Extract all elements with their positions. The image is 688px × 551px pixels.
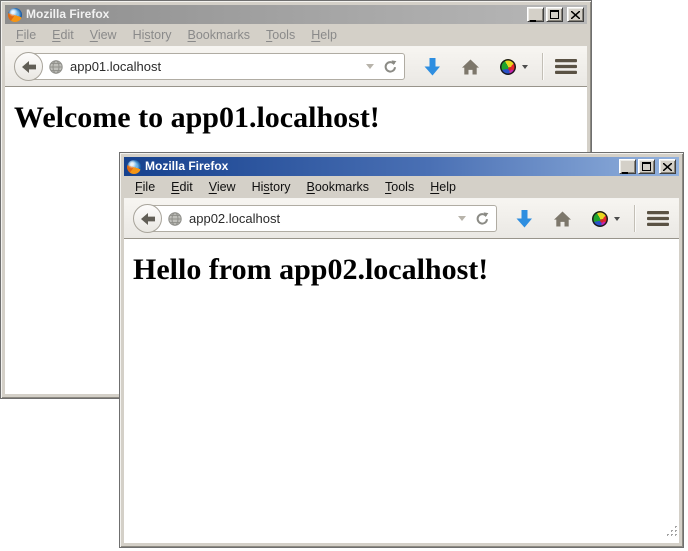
maximize-button[interactable] xyxy=(546,7,563,22)
home-button[interactable] xyxy=(462,59,479,75)
addon-button[interactable] xyxy=(592,211,620,227)
menu-file[interactable]: File xyxy=(8,26,44,44)
globe-icon xyxy=(168,212,182,226)
menu-file[interactable]: File xyxy=(127,178,163,196)
menu-help[interactable]: Help xyxy=(422,178,464,196)
minimize-button[interactable] xyxy=(527,7,544,22)
addon-icon xyxy=(500,59,516,75)
maximize-icon xyxy=(642,162,651,171)
back-arrow-icon xyxy=(141,213,155,225)
url-text: app01.localhost xyxy=(70,59,362,74)
menu-history[interactable]: History xyxy=(244,178,299,196)
titlebar[interactable]: Mozilla Firefox xyxy=(5,5,587,24)
page-heading: Welcome to app01.localhost! xyxy=(14,101,587,135)
addon-button[interactable] xyxy=(500,59,528,75)
menubar: File Edit View History Bookmarks Tools H… xyxy=(124,176,679,198)
download-button[interactable] xyxy=(516,210,533,228)
hamburger-icon xyxy=(555,58,577,75)
addon-dropdown-icon xyxy=(522,65,528,69)
menu-bookmarks[interactable]: Bookmarks xyxy=(180,26,259,44)
menu-history[interactable]: History xyxy=(125,26,180,44)
navigation-toolbar: app01.localhost xyxy=(5,46,587,87)
menu-bookmarks[interactable]: Bookmarks xyxy=(299,178,378,196)
menu-view[interactable]: View xyxy=(201,178,244,196)
url-bar[interactable]: app01.localhost xyxy=(27,53,405,80)
menu-button[interactable] xyxy=(647,210,669,227)
window-app02: Mozilla Firefox File Edit View History B… xyxy=(119,152,684,548)
maximize-button[interactable] xyxy=(638,159,655,174)
page-heading: Hello from app02.localhost! xyxy=(133,253,679,287)
desktop: Mozilla Firefox File Edit View History B… xyxy=(0,0,688,551)
window-title: Mozilla Firefox xyxy=(145,157,228,176)
download-button[interactable] xyxy=(424,58,441,76)
home-icon xyxy=(462,59,479,75)
menu-tools[interactable]: Tools xyxy=(377,178,422,196)
globe-icon xyxy=(49,60,63,74)
reload-icon xyxy=(383,60,397,74)
back-arrow-icon xyxy=(22,61,36,73)
back-button[interactable] xyxy=(14,52,43,81)
download-icon xyxy=(516,210,533,228)
navigation-toolbar: app02.localhost xyxy=(124,198,679,239)
maximize-icon xyxy=(550,10,559,19)
firefox-logo-icon xyxy=(8,8,22,22)
back-button[interactable] xyxy=(133,204,162,233)
url-text: app02.localhost xyxy=(189,211,454,226)
reload-button[interactable] xyxy=(383,60,397,74)
close-button[interactable] xyxy=(659,159,676,174)
download-icon xyxy=(424,58,441,76)
menubar: File Edit View History Bookmarks Tools H… xyxy=(5,24,587,46)
close-icon xyxy=(663,163,672,171)
url-bar[interactable]: app02.localhost xyxy=(146,205,497,232)
reload-button[interactable] xyxy=(475,212,489,226)
minimize-icon xyxy=(530,13,538,22)
close-button[interactable] xyxy=(567,7,584,22)
minimize-button[interactable] xyxy=(619,159,636,174)
titlebar[interactable]: Mozilla Firefox xyxy=(124,157,679,176)
caption-buttons xyxy=(525,7,584,22)
firefox-logo-icon xyxy=(127,160,141,174)
window-title: Mozilla Firefox xyxy=(26,5,109,24)
minimize-icon xyxy=(622,165,630,174)
menu-tools[interactable]: Tools xyxy=(258,26,303,44)
menu-view[interactable]: View xyxy=(82,26,125,44)
home-button[interactable] xyxy=(554,211,571,227)
toolbar-separator xyxy=(542,53,543,80)
home-icon xyxy=(554,211,571,227)
menu-button[interactable] xyxy=(555,58,577,75)
page-content: Hello from app02.localhost! xyxy=(124,239,679,543)
resize-grip-icon xyxy=(664,523,678,537)
close-icon xyxy=(571,11,580,19)
menu-help[interactable]: Help xyxy=(303,26,345,44)
menu-edit[interactable]: Edit xyxy=(44,26,82,44)
urlbar-dropdown-icon[interactable] xyxy=(458,216,466,221)
addon-dropdown-icon xyxy=(614,217,620,221)
hamburger-icon xyxy=(647,210,669,227)
reload-icon xyxy=(475,212,489,226)
toolbar-separator xyxy=(634,205,635,232)
caption-buttons xyxy=(617,159,676,174)
addon-icon xyxy=(592,211,608,227)
urlbar-dropdown-icon[interactable] xyxy=(366,64,374,69)
menu-edit[interactable]: Edit xyxy=(163,178,201,196)
resize-grip[interactable] xyxy=(664,523,678,542)
